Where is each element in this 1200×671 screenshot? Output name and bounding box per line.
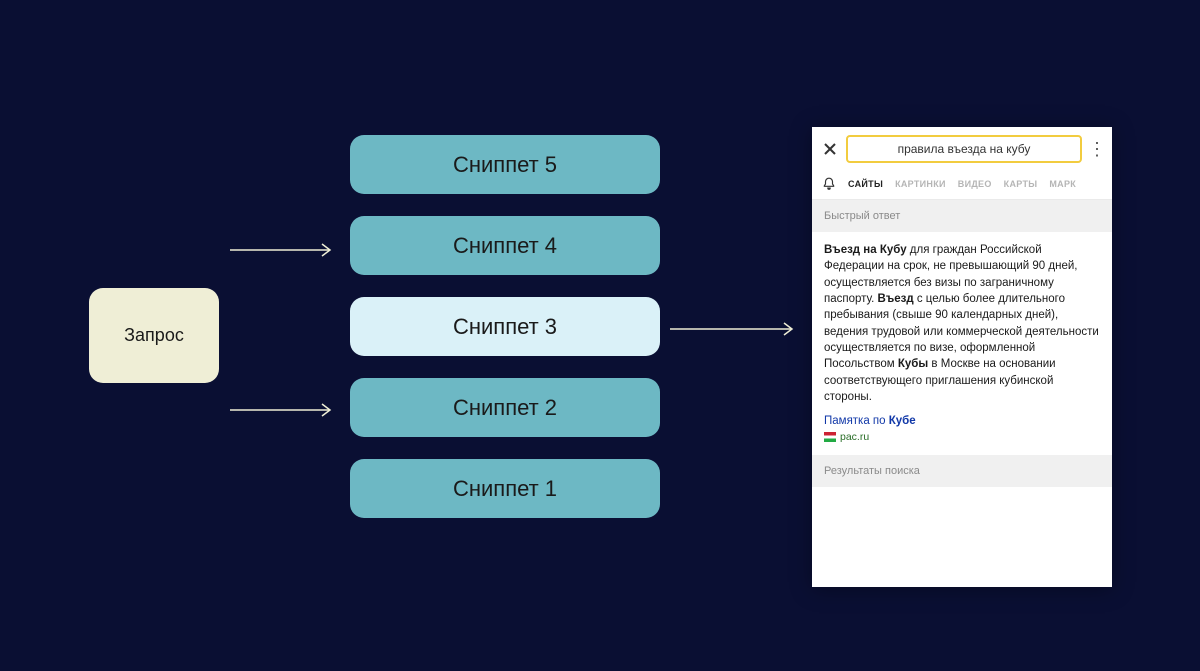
tab-images[interactable]: КАРТИНКИ — [895, 179, 946, 189]
tab-maps[interactable]: КАРТЫ — [1004, 179, 1038, 189]
snippet-1: Сниппет 1 — [350, 459, 660, 518]
query-label: Запрос — [124, 325, 184, 346]
results-header: Результаты поиска — [812, 455, 1112, 487]
bell-icon[interactable] — [822, 177, 836, 191]
more-icon[interactable]: ⋮ — [1088, 140, 1104, 158]
tab-sites[interactable]: САЙТЫ — [848, 179, 883, 189]
arrow-query-to-snippet2 — [230, 400, 340, 420]
snippet-5: Сниппет 5 — [350, 135, 660, 194]
quick-answer-body: Въезд на Кубу для граждан Российской Фед… — [812, 232, 1112, 413]
answer-bold-3: Кубы — [898, 358, 928, 370]
phone-mockup: правила въезда на кубу ⋮ САЙТЫ КАРТИНКИ … — [812, 127, 1112, 587]
link-prefix: Памятка по — [824, 415, 889, 427]
quick-answer-header: Быстрый ответ — [812, 200, 1112, 232]
snippet-stack: Сниппет 5 Сниппет 4 Сниппет 3 Сниппет 2 … — [350, 135, 660, 518]
favicon-icon — [824, 432, 836, 442]
query-box: Запрос — [89, 288, 219, 383]
snippet-label: Сниппет 1 — [453, 476, 557, 502]
answer-source-site[interactable]: pac.ru — [812, 431, 1112, 455]
snippet-label: Сниппет 3 — [453, 314, 557, 340]
phone-search-bar: правила въезда на кубу ⋮ — [812, 127, 1112, 171]
tab-market[interactable]: МАРК — [1049, 179, 1076, 189]
site-domain: pac.ru — [840, 431, 869, 443]
answer-bold-2: Въезд — [878, 293, 914, 305]
snippet-4: Сниппет 4 — [350, 216, 660, 275]
snippet-label: Сниппет 2 — [453, 395, 557, 421]
link-bold: Кубе — [889, 415, 916, 427]
arrow-query-to-snippet4 — [230, 240, 340, 260]
snippet-3: Сниппет 3 — [350, 297, 660, 356]
answer-bold-1: Въезд на Кубу — [824, 244, 907, 256]
close-icon[interactable] — [820, 139, 840, 159]
answer-source-link[interactable]: Памятка по Кубе — [812, 413, 1112, 431]
tab-video[interactable]: ВИДЕО — [958, 179, 992, 189]
snippet-label: Сниппет 5 — [453, 152, 557, 178]
phone-tabs: САЙТЫ КАРТИНКИ ВИДЕО КАРТЫ МАРК — [812, 171, 1112, 200]
snippet-2: Сниппет 2 — [350, 378, 660, 437]
arrow-snippet3-to-phone — [670, 319, 802, 339]
snippet-label: Сниппет 4 — [453, 233, 557, 259]
search-input[interactable]: правила въезда на кубу — [846, 135, 1082, 163]
